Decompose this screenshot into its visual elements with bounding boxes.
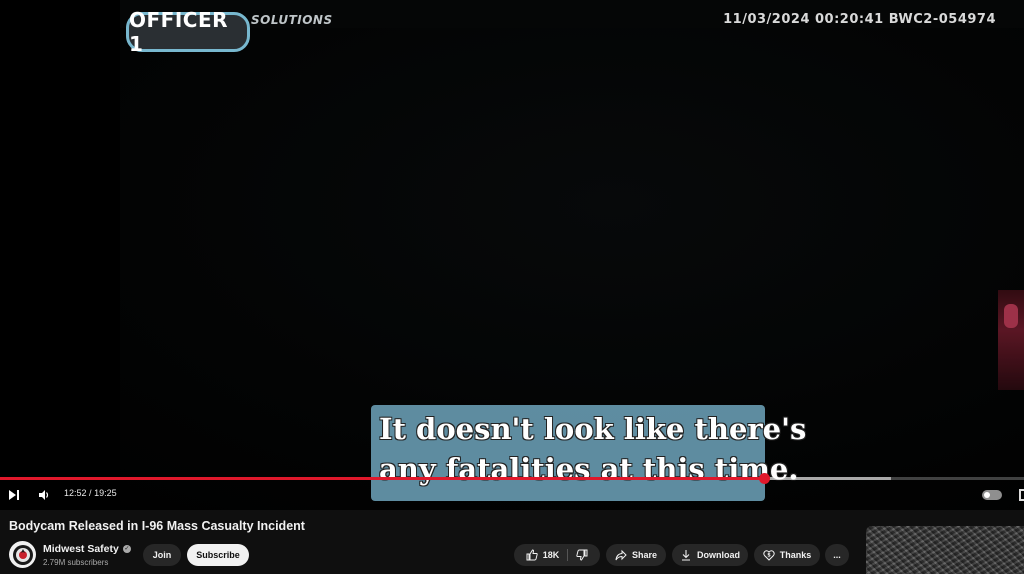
share-button[interactable]: Share [606, 544, 666, 566]
progress-bar[interactable] [0, 473, 1024, 484]
brand-text: SOLUTIONS [251, 13, 333, 27]
settings-icon[interactable] [1019, 489, 1024, 501]
subscriber-count: 2.79M subscribers [43, 558, 109, 567]
thumbs-down-icon [576, 549, 588, 561]
video-title: Bodycam Released in I-96 Mass Casualty I… [9, 519, 305, 533]
subscribe-button[interactable]: Subscribe [187, 544, 249, 566]
dislike-button[interactable] [576, 549, 588, 561]
thumbs-up-icon [526, 549, 538, 561]
download-icon [682, 550, 690, 561]
timestamp-stamp: 11/03/2024 00:20:41 BWC2-054974 [723, 12, 996, 27]
like-count: 18K [542, 550, 560, 560]
download-button[interactable]: Download [672, 544, 748, 566]
more-actions-button[interactable]: ... [825, 544, 849, 566]
edge-figure [998, 290, 1024, 390]
recommended-thumbnail[interactable] [866, 526, 1024, 574]
share-arrow-icon [615, 549, 627, 561]
channel-name-row[interactable]: Midwest Safety ✓ [43, 543, 131, 555]
progress-played [0, 477, 764, 480]
more-horizontal-icon: ... [833, 550, 841, 560]
like-dislike-group: 18K [514, 544, 600, 566]
svg-text:$: $ [767, 553, 771, 559]
time-duration: 19:25 [94, 488, 117, 498]
join-button[interactable]: Join [143, 544, 181, 566]
time-elapsed: 12:52 [64, 488, 87, 498]
video-player[interactable]: OFFICER 1 SOLUTIONS 11/03/2024 00:20:41 … [0, 0, 1024, 510]
player-controls: 12:52 / 19:25 [0, 482, 1024, 508]
volume-button[interactable] [34, 482, 54, 508]
thanks-button[interactable]: $ Thanks [754, 544, 820, 566]
next-button[interactable] [4, 482, 24, 508]
channel-logo-icon [12, 544, 33, 565]
skip-next-icon [9, 490, 19, 500]
youtube-watch-page: OFFICER 1 SOLUTIONS 11/03/2024 00:20:41 … [0, 0, 1024, 574]
super-thanks-icon: $ [763, 550, 775, 561]
autoplay-toggle[interactable] [982, 490, 1002, 500]
officer-badge: OFFICER 1 [126, 8, 250, 56]
caption-line-1: It doesn't look like there's [379, 412, 807, 446]
like-button[interactable] [526, 549, 538, 561]
verified-icon: ✓ [122, 545, 131, 553]
channel-avatar[interactable] [9, 541, 36, 568]
time-display: 12:52 / 19:25 [64, 488, 117, 498]
channel-name[interactable]: Midwest Safety [43, 543, 119, 555]
volume-icon [39, 490, 49, 500]
